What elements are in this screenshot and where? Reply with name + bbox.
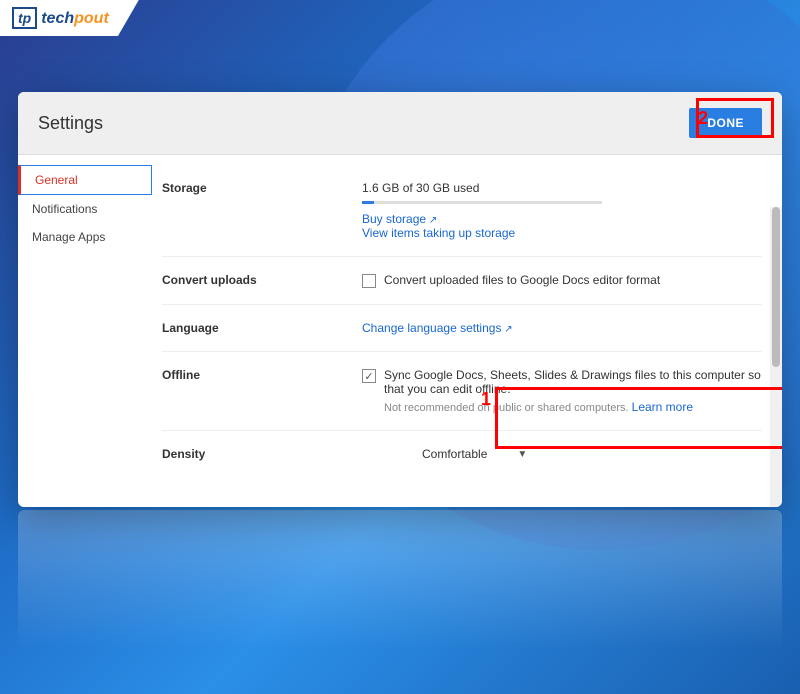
convert-checkbox[interactable]: [362, 274, 376, 288]
brand-logo-tab: tptechpout: [0, 0, 139, 36]
logo-tech: tech: [41, 10, 74, 27]
convert-text: Convert uploaded files to Google Docs ed…: [384, 273, 660, 287]
annotation-1: 1: [481, 389, 491, 410]
section-convert: Convert uploads Convert uploaded files t…: [162, 257, 762, 305]
density-content: Comfortable ▼: [362, 447, 762, 461]
density-value: Comfortable: [422, 447, 487, 461]
offline-content: ✓ Sync Google Docs, Sheets, Slides & Dra…: [362, 368, 762, 414]
settings-sidebar: General Notifications Manage Apps: [18, 155, 152, 507]
storage-content: 1.6 GB of 30 GB used Buy storage View it…: [362, 181, 762, 240]
storage-progress-bar: [362, 201, 602, 204]
convert-label: Convert uploads: [162, 273, 362, 288]
dialog-reflection: [18, 510, 782, 650]
sidebar-item-manage-apps[interactable]: Manage Apps: [18, 223, 152, 251]
section-storage: Storage 1.6 GB of 30 GB used Buy storage…: [162, 165, 762, 257]
language-content: Change language settings: [362, 321, 762, 335]
section-density: Density Comfortable ▼: [162, 431, 762, 477]
dialog-header: Settings 2 DONE: [18, 92, 782, 155]
chevron-down-icon: ▼: [517, 449, 527, 460]
scrollbar-thumb[interactable]: [772, 207, 780, 367]
change-language-link[interactable]: Change language settings: [362, 321, 513, 335]
view-storage-items-link[interactable]: View items taking up storage: [362, 226, 515, 240]
logo-pout: pout: [74, 10, 109, 27]
settings-dialog: Settings 2 DONE General Notifications Ma…: [18, 92, 782, 507]
dialog-body: General Notifications Manage Apps Storag…: [18, 155, 782, 507]
dialog-title: Settings: [38, 113, 103, 134]
section-language: Language Change language settings: [162, 305, 762, 352]
density-label: Density: [162, 447, 362, 461]
offline-label: Offline: [162, 368, 362, 414]
density-dropdown[interactable]: Comfortable ▼: [422, 447, 527, 461]
annotation-2: 2: [698, 108, 708, 129]
logo-tp-mark: tp: [12, 7, 37, 29]
offline-learn-more-link[interactable]: Learn more: [632, 400, 693, 414]
scrollbar-track[interactable]: [770, 207, 782, 507]
language-label: Language: [162, 321, 362, 335]
offline-note: Not recommended on public or shared comp…: [384, 402, 629, 414]
buy-storage-link[interactable]: Buy storage: [362, 212, 437, 226]
settings-content: Storage 1.6 GB of 30 GB used Buy storage…: [152, 155, 782, 507]
offline-text: Sync Google Docs, Sheets, Slides & Drawi…: [384, 368, 761, 396]
sidebar-item-general[interactable]: General: [18, 165, 152, 195]
offline-note-row: Not recommended on public or shared comp…: [384, 400, 762, 414]
convert-content: Convert uploaded files to Google Docs ed…: [362, 273, 762, 288]
section-offline: Offline ✓ Sync Google Docs, Sheets, Slid…: [162, 352, 762, 431]
sidebar-item-notifications[interactable]: Notifications: [18, 195, 152, 223]
storage-label: Storage: [162, 181, 362, 240]
storage-usage-text: 1.6 GB of 30 GB used: [362, 181, 762, 195]
storage-progress-fill: [362, 201, 374, 204]
offline-checkbox[interactable]: ✓: [362, 369, 376, 383]
